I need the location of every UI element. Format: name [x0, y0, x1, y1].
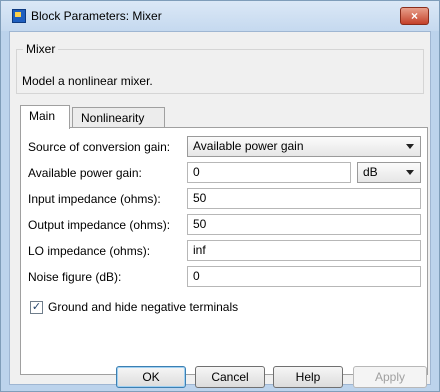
lo-impedance-input[interactable]: inf — [187, 240, 421, 261]
window-title: Block Parameters: Mixer — [31, 9, 162, 23]
gain-unit-value: dB — [363, 165, 378, 179]
group-legend: Mixer — [23, 42, 59, 56]
chevron-down-icon — [406, 144, 414, 149]
cancel-button[interactable]: Cancel — [195, 366, 265, 388]
mixer-group: Mixer Model a nonlinear mixer. — [16, 42, 424, 94]
tab-nonlinearity[interactable]: Nonlinearity — [72, 107, 165, 129]
ok-button[interactable]: OK — [116, 366, 186, 388]
tab-main[interactable]: Main — [20, 105, 70, 129]
simulink-block-icon — [12, 9, 26, 23]
group-description: Model a nonlinear mixer. — [22, 74, 153, 88]
output-impedance-input[interactable]: 50 — [187, 214, 421, 235]
available-power-gain-input[interactable]: 0 — [187, 162, 351, 183]
chevron-down-icon — [406, 170, 414, 175]
title-bar[interactable]: Block Parameters: Mixer × — [1, 1, 439, 31]
close-button[interactable]: × — [400, 7, 429, 25]
input-impedance-label: Input impedance (ohms): — [28, 192, 161, 206]
dialog-window: Block Parameters: Mixer × Mixer Model a … — [0, 0, 440, 392]
input-impedance-input[interactable]: 50 — [187, 188, 421, 209]
apply-button[interactable]: Apply — [353, 366, 427, 388]
output-impedance-label: Output impedance (ohms): — [28, 218, 171, 232]
available-power-gain-label: Available power gain: — [28, 166, 142, 180]
tab-panel-main: Source of conversion gain: Available pow… — [20, 127, 428, 375]
lo-impedance-label: LO impedance (ohms): — [28, 244, 151, 258]
noise-figure-input[interactable]: 0 — [187, 266, 421, 287]
dialog-client-area: Mixer Model a nonlinear mixer. Main Nonl… — [9, 31, 431, 385]
source-gain-value: Available power gain — [193, 139, 304, 153]
help-button[interactable]: Help — [273, 366, 343, 388]
source-gain-label: Source of conversion gain: — [28, 140, 171, 154]
ground-checkbox-label: Ground and hide negative terminals — [48, 300, 239, 314]
noise-figure-label: Noise figure (dB): — [28, 270, 122, 284]
ground-checkbox[interactable]: ✓ — [30, 301, 43, 314]
gain-unit-dropdown[interactable]: dB — [357, 162, 421, 183]
source-gain-dropdown[interactable]: Available power gain — [187, 136, 421, 157]
